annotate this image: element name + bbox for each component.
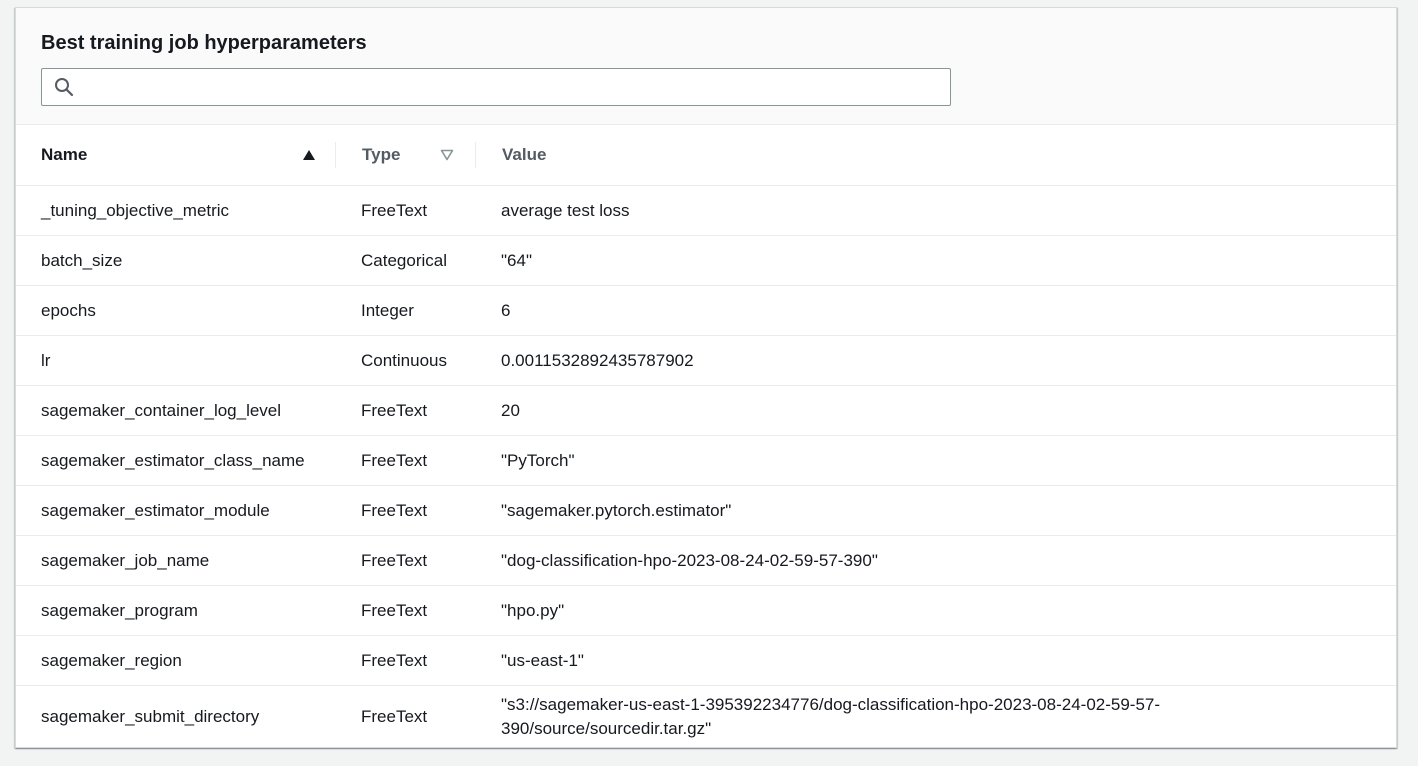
cell-value: 20: [476, 385, 1396, 436]
cell-type: FreeText: [336, 535, 476, 586]
column-header-label: Type: [362, 145, 401, 164]
cell-type: Integer: [336, 285, 476, 336]
column-header-name[interactable]: Name: [16, 125, 336, 186]
search-box[interactable]: [41, 68, 951, 106]
cell-name: sagemaker_program: [16, 585, 336, 636]
cell-type: FreeText: [336, 435, 476, 486]
cell-type: Continuous: [336, 335, 476, 386]
column-header-label: Name: [41, 145, 88, 164]
table-row: lr Continuous 0.0011532892435787902: [16, 335, 1396, 386]
search-input[interactable]: [82, 70, 950, 104]
cell-name: lr: [16, 335, 336, 386]
cell-type: FreeText: [336, 635, 476, 686]
cell-value: "sagemaker.pytorch.estimator": [476, 485, 1396, 536]
table-header-row: Name Type Value: [16, 125, 1396, 186]
panel-header: Best training job hyperparameters: [16, 8, 1396, 125]
table-row: batch_size Categorical "64": [16, 235, 1396, 286]
cell-type: FreeText: [336, 385, 476, 436]
cell-value: "64": [476, 235, 1396, 286]
cell-type: FreeText: [361, 706, 428, 726]
cell-value: "s3://sagemaker-us-east-1-395392234776/d…: [501, 694, 1161, 738]
cell-name: _tuning_objective_metric: [16, 185, 336, 236]
column-header-label: Value: [502, 145, 547, 164]
cell-value: average test loss: [476, 185, 1396, 236]
hyperparameters-panel: Best training job hyperparameters Name T…: [15, 7, 1397, 748]
table-row: epochs Integer 6: [16, 285, 1396, 336]
cell-value: 0.0011532892435787902: [476, 335, 1396, 386]
cell-type: FreeText: [336, 485, 476, 536]
cell-value: "hpo.py": [476, 585, 1396, 636]
sort-ascending-icon[interactable]: [302, 149, 316, 161]
table-row: sagemaker_program FreeText "hpo.py": [16, 585, 1396, 636]
cell-name: epochs: [16, 285, 336, 336]
table-row: sagemaker_container_log_level FreeText 20: [16, 385, 1396, 436]
panel-title: Best training job hyperparameters: [41, 32, 367, 54]
column-header-value: Value: [476, 125, 1396, 186]
cell-name: sagemaker_estimator_module: [16, 485, 336, 536]
cell-value: 6: [476, 285, 1396, 336]
cell-name: batch_size: [16, 235, 336, 286]
table-row: sagemaker_estimator_module FreeText "sagem…: [16, 485, 1396, 536]
table-row: sagemaker_estimator_class_name FreeText "P…: [16, 435, 1396, 486]
cell-type: Categorical: [336, 235, 476, 286]
table-row: sagemaker_region FreeText "us-east-1": [16, 635, 1396, 686]
cell-name: sagemaker_container_log_level: [16, 385, 336, 436]
cell-type: FreeText: [336, 585, 476, 636]
cell-name: sagemaker_submit_directory: [41, 706, 260, 726]
table-row: sagemaker_job_name FreeText "dog-classific…: [16, 535, 1396, 586]
table-row: sagemaker_submit_directory FreeText "s3://…: [16, 686, 1396, 748]
sort-unsorted-icon[interactable]: [440, 149, 454, 161]
cell-name: sagemaker_estimator_class_name: [16, 435, 336, 486]
search-icon: [55, 78, 74, 97]
hyperparameters-table: Name Type Value _tuning_objective_metric…: [16, 125, 1396, 748]
table-row: _tuning_objective_metric FreeText average …: [16, 185, 1396, 236]
cell-type: FreeText: [336, 185, 476, 236]
column-header-type[interactable]: Type: [336, 125, 476, 186]
cell-value: "dog-classification-hpo-2023-08-24-02-59…: [476, 535, 1396, 586]
table-body: _tuning_objective_metric FreeText average …: [16, 185, 1396, 748]
cell-value: "PyTorch": [476, 435, 1396, 486]
cell-name: sagemaker_job_name: [16, 535, 336, 586]
cell-value: "us-east-1": [476, 635, 1396, 686]
cell-name: sagemaker_region: [16, 635, 336, 686]
